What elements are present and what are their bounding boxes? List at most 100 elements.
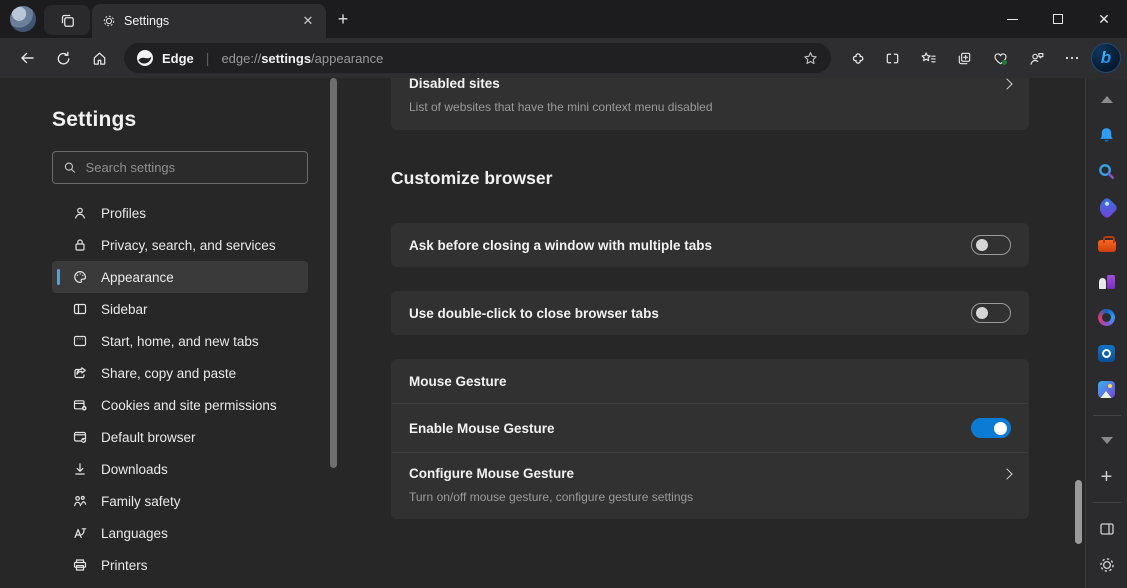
sidebar-item-label: Privacy, search, and services: [101, 238, 276, 253]
notifications-bell-icon: [1097, 126, 1116, 145]
default-browser-icon: [72, 429, 88, 445]
rail-shopping-button[interactable]: [1092, 195, 1122, 221]
workspaces-button[interactable]: [44, 5, 90, 35]
download-icon: [72, 461, 88, 477]
copilot-button[interactable]: b: [1091, 43, 1121, 73]
search-settings-input[interactable]: [86, 160, 297, 175]
shopping-tag-icon: [1095, 197, 1118, 220]
search-settings-box[interactable]: [52, 151, 308, 184]
sidebar-item-privacy[interactable]: Privacy, search, and services: [52, 229, 308, 261]
rail-sidebar-panel-button[interactable]: [1092, 515, 1122, 541]
image-creator-icon: [1098, 381, 1115, 398]
tab-settings[interactable]: Settings ✕: [92, 4, 326, 38]
settings-gear-icon: [1098, 556, 1116, 574]
browser-essentials-button[interactable]: [983, 42, 1017, 74]
rail-outlook-button[interactable]: [1092, 340, 1122, 366]
rail-scroll-up-button[interactable]: [1092, 86, 1122, 112]
sidebar-item-label: Languages: [101, 526, 168, 541]
sidebar-item-cookies-permissions[interactable]: Cookies and site permissions: [52, 389, 308, 421]
back-button[interactable]: [10, 42, 44, 74]
chevron-right-icon: [1001, 78, 1012, 89]
enable-mouse-gesture-toggle[interactable]: [971, 418, 1011, 438]
sidebar-item-sidebar[interactable]: Sidebar: [52, 293, 308, 325]
main-scrollbar[interactable]: [1075, 480, 1082, 544]
feedback-button[interactable]: [1019, 42, 1053, 74]
collections-icon: [956, 50, 973, 67]
mouse-gesture-group: Mouse Gesture Enable Mouse Gesture Confi…: [391, 359, 1029, 519]
configure-mouse-gesture-row[interactable]: Configure Mouse Gesture Turn on/off mous…: [391, 453, 1029, 519]
sidebar-item-languages[interactable]: Languages: [52, 517, 308, 549]
sidebar-item-label: Appearance: [101, 270, 174, 285]
extensions-icon: [848, 50, 865, 67]
new-tab-button[interactable]: +: [326, 0, 360, 38]
split-screen-button[interactable]: [875, 42, 909, 74]
sidebar-item-share-copy-paste[interactable]: Share, copy and paste: [52, 357, 308, 389]
url-text: edge://settings/appearance: [221, 51, 794, 66]
sidebar-item-label: Cookies and site permissions: [101, 398, 277, 413]
toggle-knob: [976, 307, 988, 319]
sidebar-item-label: Downloads: [101, 462, 168, 477]
tab-close-icon[interactable]: ✕: [298, 11, 318, 31]
rail-add-button[interactable]: +: [1092, 464, 1122, 490]
ask-before-closing-toggle[interactable]: [971, 235, 1011, 255]
more-menu-button[interactable]: [1055, 42, 1089, 74]
sidebar-scrollbar[interactable]: [330, 78, 337, 468]
address-divider: |: [206, 50, 210, 66]
sidebar-item-family-safety[interactable]: Family safety: [52, 485, 308, 517]
refresh-button[interactable]: [46, 42, 80, 74]
rail-search-button[interactable]: [1092, 159, 1122, 185]
disabled-sites-card[interactable]: Disabled sites List of websites that hav…: [391, 78, 1029, 130]
titlebar: Settings ✕ + ✕: [0, 0, 1127, 38]
minimize-button[interactable]: [989, 0, 1035, 38]
sidebar-item-downloads[interactable]: Downloads: [52, 453, 308, 485]
maximize-button[interactable]: [1035, 0, 1081, 38]
profile-avatar[interactable]: [10, 6, 36, 32]
minimize-icon: [1007, 19, 1018, 20]
rail-notifications-button[interactable]: [1092, 122, 1122, 148]
sidebar-item-default-browser[interactable]: Default browser: [52, 421, 308, 453]
rail-divider: [1093, 502, 1121, 503]
scroll-down-icon: [1101, 437, 1113, 444]
split-screen-icon: [884, 50, 901, 67]
cookies-permissions-icon: [72, 397, 88, 413]
address-bar[interactable]: Edge | edge://settings/appearance: [124, 43, 831, 73]
sidebar-item-label: Printers: [101, 558, 148, 573]
maximize-icon: [1053, 14, 1063, 24]
sidebar-item-appearance[interactable]: Appearance: [52, 261, 308, 293]
close-window-button[interactable]: ✕: [1081, 0, 1127, 38]
section-heading: Customize browser: [391, 168, 1037, 189]
palette-icon: [72, 269, 88, 285]
page-title: Settings: [52, 108, 343, 132]
rail-tools-button[interactable]: [1092, 231, 1122, 257]
rail-games-button[interactable]: [1092, 268, 1122, 294]
settings-nav-list: Profiles Privacy, search, and services A…: [52, 197, 308, 581]
mouse-gesture-group-title: Mouse Gesture: [409, 374, 507, 389]
chevron-right-icon: [1001, 468, 1012, 479]
sidebar-item-label: Share, copy and paste: [101, 366, 236, 381]
search-icon: [63, 160, 77, 175]
feedback-icon: [1028, 50, 1045, 67]
rail-divider: [1093, 415, 1121, 416]
browser-essentials-icon: [992, 50, 1009, 67]
sidebar-item-printers[interactable]: Printers: [52, 549, 308, 581]
home-button[interactable]: [82, 42, 116, 74]
disabled-sites-description: List of websites that have the mini cont…: [409, 100, 1011, 114]
plus-icon: +: [1101, 466, 1113, 489]
ask-before-closing-label: Ask before closing a window with multipl…: [409, 238, 712, 253]
collections-button[interactable]: [947, 42, 981, 74]
favorite-star-icon[interactable]: [802, 50, 819, 67]
rail-microsoft-365-button[interactable]: [1092, 304, 1122, 330]
extensions-button[interactable]: [839, 42, 873, 74]
double-click-close-toggle[interactable]: [971, 303, 1011, 323]
lock-icon: [72, 237, 88, 253]
rail-image-creator-button[interactable]: [1092, 377, 1122, 403]
sidebar-item-start-home-tabs[interactable]: Start, home, and new tabs: [52, 325, 308, 357]
favorites-button[interactable]: [911, 42, 945, 74]
sidebar-item-profiles[interactable]: Profiles: [52, 197, 308, 229]
sidebar-item-label: Default browser: [101, 430, 196, 445]
rail-scroll-down-button[interactable]: [1092, 428, 1122, 454]
enable-mouse-gesture-label: Enable Mouse Gesture: [409, 421, 555, 436]
back-icon: [18, 49, 36, 67]
start-home-tabs-icon: [72, 333, 88, 349]
rail-settings-button[interactable]: [1092, 552, 1122, 578]
